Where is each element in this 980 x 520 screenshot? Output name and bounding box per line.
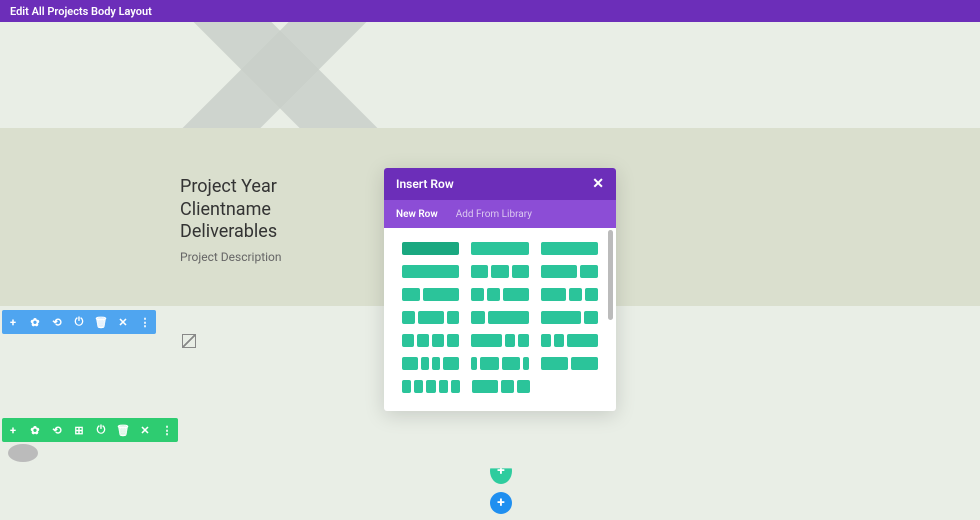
layout-option[interactable] xyxy=(541,288,598,301)
layout-row xyxy=(402,357,598,370)
modal-header: Insert Row ✕ xyxy=(384,168,616,200)
settings-icon[interactable]: ✿ xyxy=(28,423,42,437)
more-icon[interactable]: ⋮ xyxy=(160,423,174,437)
close-icon[interactable]: ✕ xyxy=(138,423,152,437)
layout-option[interactable] xyxy=(471,357,528,370)
tab-new-row[interactable]: New Row xyxy=(396,209,438,220)
add-icon[interactable]: + xyxy=(6,423,20,437)
settings-icon[interactable]: ✿ xyxy=(28,315,42,329)
broken-image-icon xyxy=(182,334,196,348)
power-icon[interactable]: ⏻ xyxy=(72,315,86,329)
modal-title: Insert Row xyxy=(396,177,454,191)
layout-option[interactable] xyxy=(471,334,528,347)
section-toolbar-green: + ✿ ⟲ ⊞ ⏻ 🗑 ✕ ⋮ xyxy=(2,418,178,442)
page-title: Edit All Projects Body Layout xyxy=(10,5,152,18)
layout-row xyxy=(402,265,598,278)
layout-grid xyxy=(384,228,616,411)
layout-option[interactable] xyxy=(402,334,459,347)
modal-tabs: New Row Add From Library xyxy=(384,200,616,228)
decor-blob xyxy=(8,444,38,462)
layout-row xyxy=(402,311,598,324)
more-icon[interactable]: ⋮ xyxy=(138,315,152,329)
delete-icon[interactable]: 🗑 xyxy=(116,423,130,437)
layout-option[interactable] xyxy=(541,311,598,324)
layout-option[interactable] xyxy=(471,265,528,278)
layout-option[interactable] xyxy=(541,334,598,347)
section-toolbar-blue: + ✿ ⟲ ⏻ 🗑 ✕ ⋮ xyxy=(2,310,156,334)
columns-icon[interactable]: ⊞ xyxy=(72,423,86,437)
close-icon[interactable]: ✕ xyxy=(592,176,604,192)
insert-row-modal: Insert Row ✕ New Row Add From Library xyxy=(384,168,616,411)
layout-option[interactable] xyxy=(541,357,598,370)
layout-row xyxy=(402,380,598,393)
layout-row xyxy=(402,242,598,255)
layout-option[interactable] xyxy=(472,380,530,393)
add-section-button[interactable]: + xyxy=(490,492,512,514)
layout-option[interactable] xyxy=(471,288,528,301)
duplicate-icon[interactable]: ⟲ xyxy=(50,423,64,437)
layout-option[interactable] xyxy=(402,380,460,393)
layout-option[interactable] xyxy=(541,242,598,255)
add-icon[interactable]: + xyxy=(6,315,20,329)
layout-option[interactable] xyxy=(402,357,459,370)
duplicate-icon[interactable]: ⟲ xyxy=(50,315,64,329)
delete-icon[interactable]: 🗑 xyxy=(94,315,108,329)
top-bar: Edit All Projects Body Layout xyxy=(0,0,980,22)
tab-add-from-library[interactable]: Add From Library xyxy=(456,209,532,220)
layout-option[interactable] xyxy=(402,288,459,301)
layout-option[interactable] xyxy=(402,265,459,278)
layout-option[interactable] xyxy=(471,311,528,324)
layout-option[interactable] xyxy=(402,311,459,324)
close-icon[interactable]: ✕ xyxy=(116,315,130,329)
power-icon[interactable]: ⏻ xyxy=(94,423,108,437)
hero-section xyxy=(0,22,980,128)
layout-option[interactable] xyxy=(402,242,459,255)
layout-option[interactable] xyxy=(471,242,528,255)
layout-row xyxy=(402,334,598,347)
layout-row xyxy=(402,288,598,301)
scrollbar[interactable] xyxy=(608,230,613,320)
layout-option[interactable] xyxy=(541,265,598,278)
